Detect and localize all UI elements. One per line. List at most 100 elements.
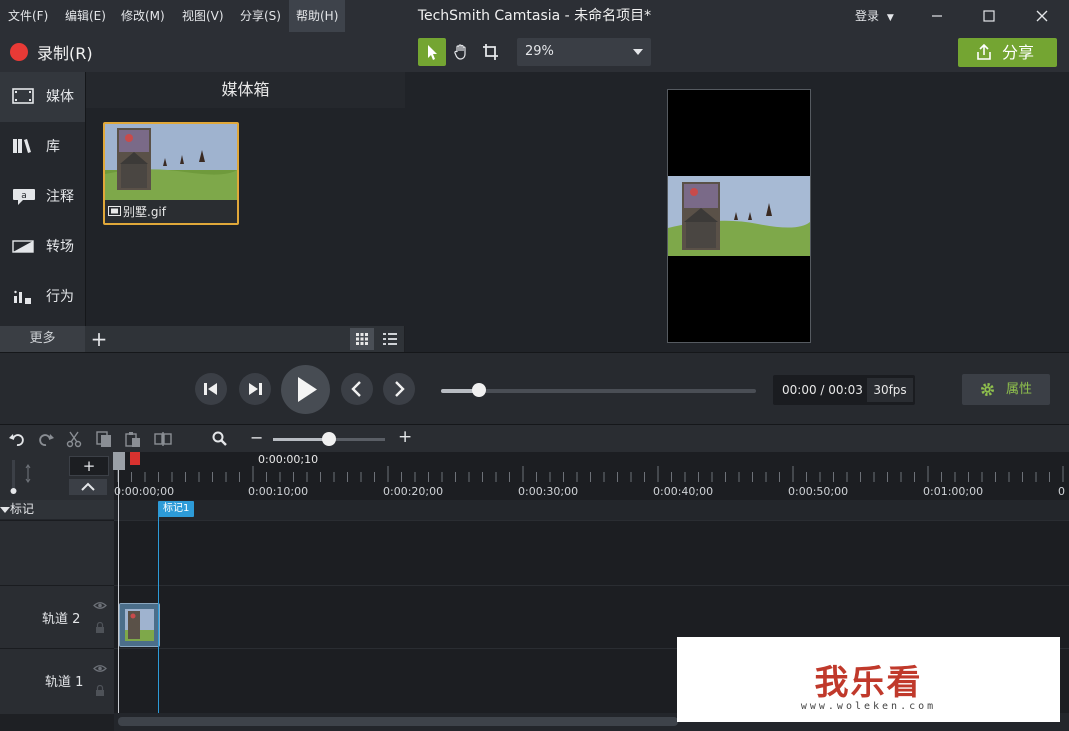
select-tool-button[interactable]: [418, 38, 446, 66]
empty-track-area: [0, 520, 1069, 586]
cut-icon[interactable]: [65, 430, 83, 448]
media-thumbnail[interactable]: 别墅.gif: [103, 122, 239, 225]
split-icon[interactable]: [154, 430, 172, 448]
crop-icon: [483, 44, 498, 60]
track-body-empty[interactable]: [114, 520, 1069, 586]
record-button[interactable]: 录制(R): [10, 40, 93, 64]
play-button[interactable]: [281, 365, 330, 414]
collapse-tracks-button[interactable]: [69, 479, 107, 495]
scrollbar-thumb[interactable]: [118, 717, 678, 726]
gear-icon: [981, 383, 994, 396]
search-icon[interactable]: [211, 430, 229, 448]
marker-line: [158, 515, 159, 713]
minimize-icon: [932, 15, 942, 17]
ruler-tick-label: 0:01:00;00: [923, 485, 984, 498]
eye-icon[interactable]: [93, 664, 107, 673]
canvas-media[interactable]: [668, 176, 810, 256]
step-forward-button[interactable]: [239, 373, 271, 405]
chevron-down-icon: ▼: [886, 13, 894, 23]
scrubber-track[interactable]: [441, 389, 756, 393]
menu-view[interactable]: 视图(V): [175, 0, 231, 32]
list-view-button[interactable]: [378, 328, 402, 350]
chevron-left-icon: [351, 381, 361, 397]
watermark-logo: 我乐看 www.woleken.com: [677, 637, 1060, 722]
menu-edit[interactable]: 编辑(E): [58, 0, 113, 32]
timeline-clip[interactable]: [119, 603, 160, 647]
menu-help[interactable]: 帮助(H): [289, 0, 346, 32]
sidebar-item-behaviors[interactable]: 行为: [0, 272, 85, 322]
login-label: 登录: [855, 9, 880, 23]
pan-tool-button[interactable]: [447, 38, 475, 66]
copy-icon[interactable]: [95, 430, 113, 448]
playback-bar: 00:00 / 00:03 30fps 属性: [0, 352, 1069, 425]
sidebar-item-annotations[interactable]: a 注释: [0, 172, 85, 222]
sidebar-item-library[interactable]: 库: [0, 122, 85, 172]
track-header[interactable]: 轨道 2: [0, 585, 114, 649]
previous-marker-button[interactable]: [341, 373, 373, 405]
watermark-url: www.woleken.com: [800, 701, 937, 712]
redo-icon[interactable]: [37, 430, 55, 448]
add-track-button[interactable]: +: [69, 456, 109, 476]
next-marker-button[interactable]: [383, 373, 415, 405]
track-height-slider-icon[interactable]: [8, 458, 36, 496]
lock-icon[interactable]: [95, 685, 105, 696]
menu-share[interactable]: 分享(S): [233, 0, 288, 32]
close-icon: [1036, 10, 1048, 22]
fps-readout[interactable]: 30fps: [867, 378, 913, 402]
share-button[interactable]: 分享: [958, 38, 1057, 67]
sidebar-item-media[interactable]: 媒体: [0, 72, 85, 122]
marker-dropdown[interactable]: 标记: [0, 500, 114, 519]
maximize-button[interactable]: [966, 0, 1012, 32]
watermark-text: 我乐看: [814, 663, 923, 703]
zoom-select[interactable]: 29%: [517, 38, 651, 66]
login-button[interactable]: 登录 ▼: [855, 0, 894, 34]
eye-icon[interactable]: [93, 601, 107, 610]
media-preview-image: [105, 124, 237, 200]
playhead-handle[interactable]: [113, 452, 125, 470]
add-media-button[interactable]: +: [88, 328, 110, 350]
sidebar-item-label: 转场: [46, 239, 74, 255]
preview-canvas: [405, 72, 1069, 352]
hand-icon: [454, 44, 466, 60]
minimize-button[interactable]: [914, 0, 960, 32]
ruler-tick-label: 0:00:10;00: [248, 485, 309, 498]
grid-view-button[interactable]: [350, 328, 374, 350]
properties-button[interactable]: 属性: [962, 374, 1050, 405]
crop-tool-button[interactable]: [477, 38, 505, 66]
sidebar-item-label: 注释: [46, 189, 74, 205]
zoom-out-button[interactable]: −: [250, 428, 263, 447]
lock-icon[interactable]: [95, 622, 105, 633]
timeline-zoom-fill: [273, 438, 329, 441]
transition-icon: [12, 240, 34, 253]
zoom-in-button[interactable]: +: [398, 427, 412, 447]
sidebar-item-label: 行为: [46, 289, 74, 305]
sidebar-item-transitions[interactable]: 转场: [0, 222, 85, 272]
record-icon: [10, 43, 28, 61]
time-display: 00:00 / 00:03 30fps: [773, 375, 915, 405]
playhead-line: [118, 470, 119, 713]
timeline-zoom-handle[interactable]: [322, 432, 336, 446]
main-toolbar: 录制(R) 29% 分享: [0, 32, 1069, 72]
undo-icon[interactable]: [8, 430, 26, 448]
playhead-out-point[interactable]: [130, 452, 140, 465]
more-button[interactable]: 更多: [0, 326, 85, 352]
callout-icon: a: [13, 189, 35, 205]
chevron-down-icon: [0, 507, 10, 513]
scrubber-handle[interactable]: [472, 383, 486, 397]
svg-text:a: a: [21, 191, 27, 201]
title-bar: 文件(F) 编辑(E) 修改(M) 视图(V) 分享(S) 帮助(H) Tech…: [0, 0, 1069, 32]
close-button[interactable]: [1019, 0, 1065, 32]
ruler-tick-label: 0: [1058, 485, 1065, 498]
marker-tag[interactable]: 标记1: [158, 501, 195, 517]
tool-sidebar: 媒体 库 a 注释 转场 行为: [0, 72, 85, 352]
ruler-tick-label: 0:00:30;00: [518, 485, 579, 498]
track-name: 轨道 2: [42, 612, 81, 627]
menu-modify[interactable]: 修改(M): [114, 0, 172, 32]
step-back-button[interactable]: [195, 373, 227, 405]
step-forward-icon: [249, 383, 262, 395]
timeline-ruler[interactable]: 0:00:00;10 0:00:00;00 0:00:10;00 0:00:20…: [114, 452, 1069, 500]
menu-file[interactable]: 文件(F): [1, 0, 55, 32]
track-header[interactable]: 轨道 1: [0, 648, 114, 714]
paste-icon[interactable]: [124, 430, 142, 448]
canvas-frame[interactable]: [667, 89, 811, 343]
